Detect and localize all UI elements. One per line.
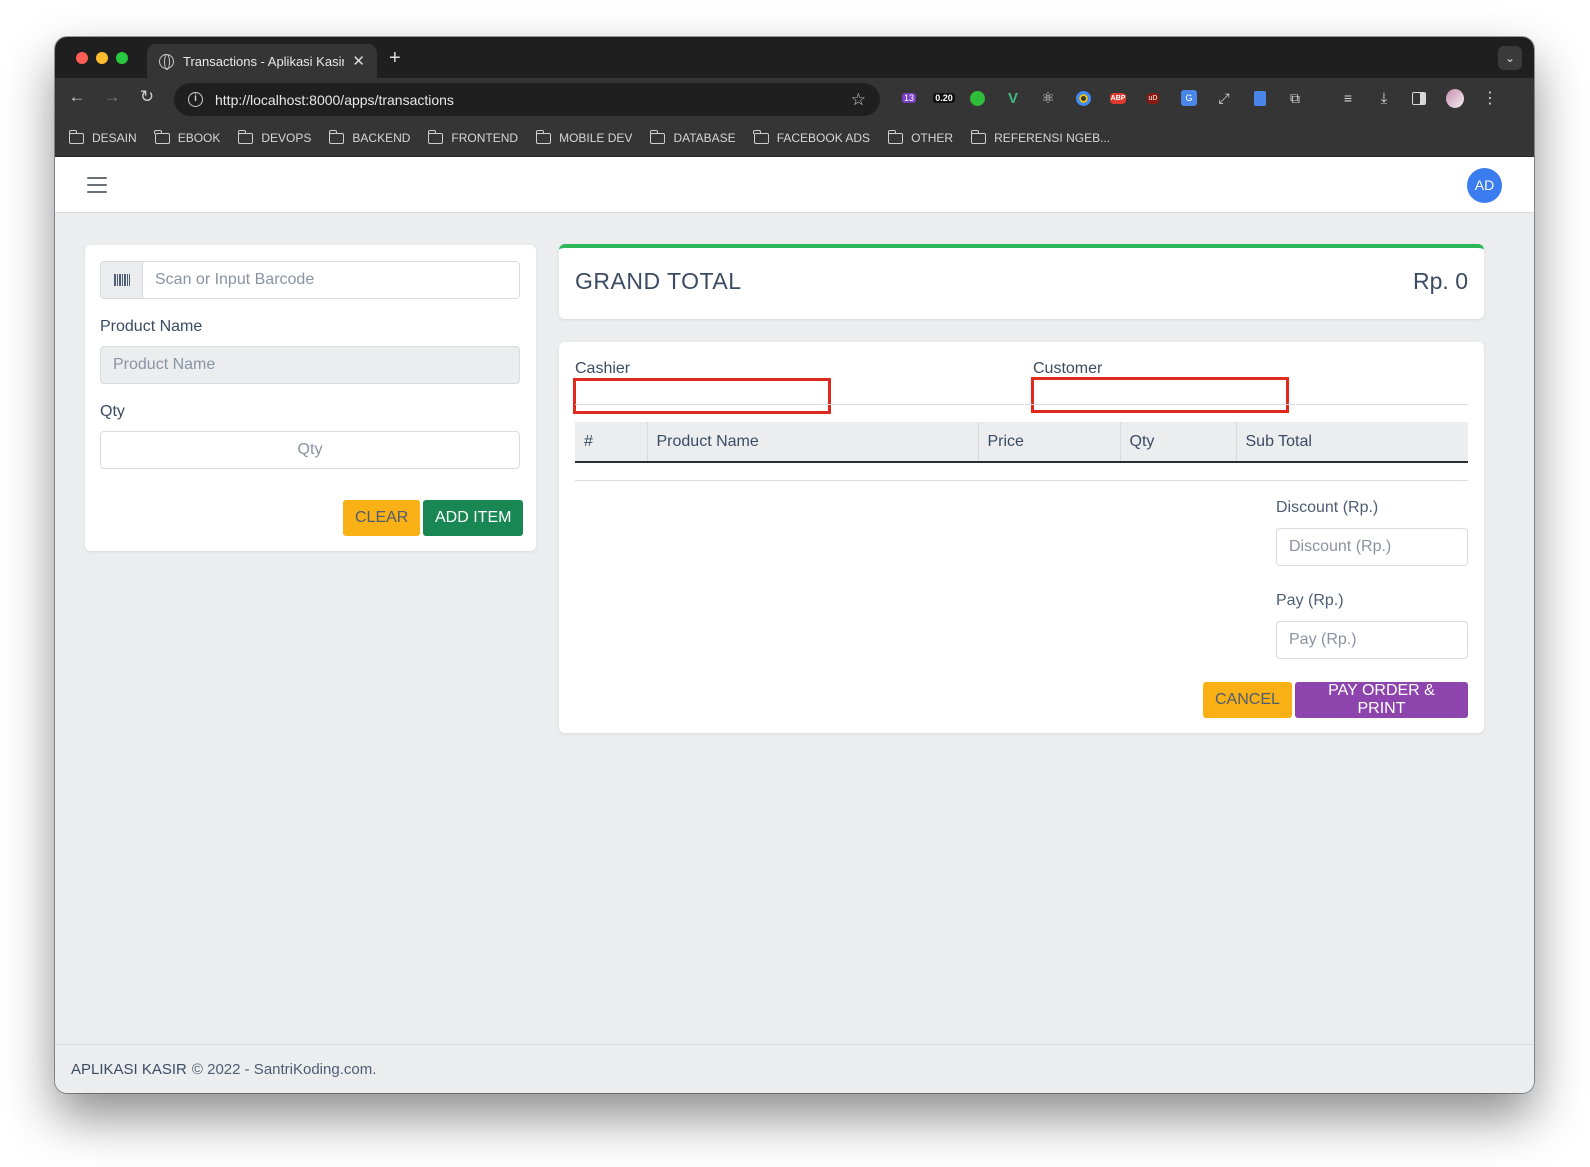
bookmarks-bar: DESAIN EBOOK DEVOPS BACKEND FRONTEND MOB…: [55, 120, 1534, 157]
bookmark-frontend[interactable]: FRONTEND: [428, 129, 518, 145]
app-header: AD: [55, 157, 1534, 213]
app-footer: APLIKASI KASIR © 2022 - SantriKoding.com…: [55, 1044, 1534, 1093]
footer-copyright: © 2022 - SantriKoding.com.: [191, 1060, 377, 1078]
bookmark-star-icon[interactable]: ☆: [851, 90, 866, 110]
info-divider: [575, 404, 1468, 405]
site-info-icon[interactable]: i: [188, 92, 203, 107]
footer-brand: APLIKASI KASIR: [71, 1060, 187, 1078]
tab-strip: Transactions - Aplikasi Kasir ✕ + ⌄: [55, 37, 1534, 78]
grand-total-value: Rp. 0: [1413, 268, 1468, 294]
browser-tab[interactable]: Transactions - Aplikasi Kasir ✕: [147, 44, 377, 78]
column-header-product-name: Product Name: [646, 422, 978, 463]
grand-total-label: GRAND TOTAL: [575, 268, 742, 294]
react-devtools-icon[interactable]: ⚛: [1039, 89, 1057, 107]
folder-icon: [237, 129, 254, 144]
adblock-plus-icon[interactable]: ABP: [1109, 89, 1127, 107]
add-item-button[interactable]: ADD ITEM: [423, 500, 524, 536]
color-picker-icon[interactable]: [1074, 89, 1092, 107]
download-icon[interactable]: ⤓: [1375, 89, 1393, 107]
barcode-input[interactable]: [143, 262, 519, 298]
folder-icon: [650, 129, 666, 144]
more-menu-icon[interactable]: ⋮: [1481, 89, 1499, 107]
column-header-price: Price: [977, 422, 1120, 463]
add-item-card: Product Name Qty CLEAR ADD ITEM: [85, 245, 536, 551]
table-bottom-divider: [575, 480, 1468, 481]
bookmark-referensi[interactable]: REFERENSI NGEB...: [970, 129, 1110, 145]
customer-label: Customer: [1033, 360, 1103, 377]
google-translate-icon[interactable]: G: [1180, 89, 1198, 107]
vue-devtools-icon[interactable]: V: [1004, 89, 1022, 107]
extension-counter-icon[interactable]: 0.20: [931, 89, 957, 107]
hamburger-menu-icon[interactable]: [87, 177, 107, 193]
docs-extension-icon[interactable]: [1251, 89, 1269, 107]
minimize-window-button[interactable]: [96, 52, 108, 64]
profile-avatar-icon[interactable]: [1446, 88, 1464, 108]
folder-icon: [428, 129, 444, 144]
grand-total-card: GRAND TOTAL Rp. 0: [559, 244, 1484, 319]
pay-label: Pay (Rp.): [1276, 592, 1344, 609]
folder-icon: [887, 129, 904, 144]
discount-label: Discount (Rp.): [1276, 499, 1379, 516]
bookmark-facebook-ads[interactable]: FACEBOOK ADS: [753, 129, 870, 145]
bookmark-other[interactable]: OTHER: [887, 129, 953, 145]
qty-label: Qty: [100, 403, 125, 420]
tab-search-button[interactable]: ⌄: [1498, 46, 1522, 70]
table-header-row: # Product Name Price Qty Sub Total: [575, 422, 1468, 463]
cashier-highlight-box: [573, 378, 831, 414]
tab-title: Transactions - Aplikasi Kasir: [183, 53, 345, 69]
product-name-input[interactable]: [100, 346, 520, 384]
green-dot-extension-icon[interactable]: [968, 89, 986, 107]
qty-input[interactable]: [100, 431, 520, 469]
extension-badge-icon[interactable]: 13: [900, 89, 918, 107]
resize-icon[interactable]: ⤢: [1215, 89, 1233, 107]
transaction-card: Cashier Customer # Product Name Price Qt…: [559, 342, 1484, 733]
pay-input[interactable]: [1276, 621, 1468, 659]
folder-icon: [753, 129, 769, 144]
reload-icon[interactable]: ↻: [135, 87, 159, 107]
bookmark-devops[interactable]: DEVOPS: [237, 129, 311, 145]
cancel-button[interactable]: CANCEL: [1203, 682, 1292, 718]
globe-icon: [159, 53, 174, 70]
bookmark-ebook[interactable]: EBOOK: [154, 129, 220, 145]
extensions-puzzle-icon[interactable]: ⧉: [1286, 89, 1304, 107]
bookmark-mobile-dev[interactable]: MOBILE DEV: [535, 129, 632, 145]
reading-list-icon[interactable]: ≡: [1339, 89, 1357, 107]
user-avatar[interactable]: AD: [1467, 168, 1502, 203]
clear-button[interactable]: CLEAR: [343, 500, 421, 536]
ublock-icon[interactable]: uD: [1144, 89, 1162, 107]
pay-order-print-button[interactable]: PAY ORDER & PRINT: [1295, 682, 1468, 718]
close-tab-icon[interactable]: ✕: [352, 52, 365, 70]
barcode-icon: [101, 262, 143, 298]
bookmark-desain[interactable]: DESAIN: [68, 129, 137, 145]
browser-window: Transactions - Aplikasi Kasir ✕ + ⌄ ← → …: [55, 37, 1534, 1093]
bookmark-database[interactable]: DATABASE: [650, 129, 736, 145]
column-header-number: #: [575, 422, 647, 463]
back-arrow-icon[interactable]: ←: [65, 87, 89, 107]
folder-icon: [154, 129, 170, 144]
folder-icon: [970, 129, 987, 144]
product-name-label: Product Name: [100, 318, 203, 335]
url-text: http://localhost:8000/apps/transactions: [215, 91, 454, 108]
forward-arrow-icon[interactable]: →: [100, 87, 124, 107]
maximize-window-button[interactable]: [116, 52, 128, 64]
close-window-button[interactable]: [76, 52, 88, 64]
folder-icon: [535, 129, 552, 144]
barcode-input-group: [100, 261, 520, 299]
side-panel-icon[interactable]: [1410, 89, 1428, 107]
new-tab-button[interactable]: +: [389, 47, 401, 70]
address-bar[interactable]: i http://localhost:8000/apps/transaction…: [174, 83, 880, 116]
folder-icon: [68, 129, 84, 144]
browser-toolbar: ← → ↻ i http://localhost:8000/apps/trans…: [55, 78, 1534, 120]
column-header-qty: Qty: [1119, 422, 1236, 463]
items-table: # Product Name Price Qty Sub Total: [575, 422, 1468, 463]
discount-input[interactable]: [1276, 528, 1468, 566]
customer-highlight-box: [1031, 377, 1289, 413]
column-header-sub-total: Sub Total: [1235, 422, 1468, 463]
folder-icon: [328, 129, 345, 144]
bookmark-backend[interactable]: BACKEND: [328, 129, 410, 145]
cashier-label: Cashier: [575, 360, 631, 377]
